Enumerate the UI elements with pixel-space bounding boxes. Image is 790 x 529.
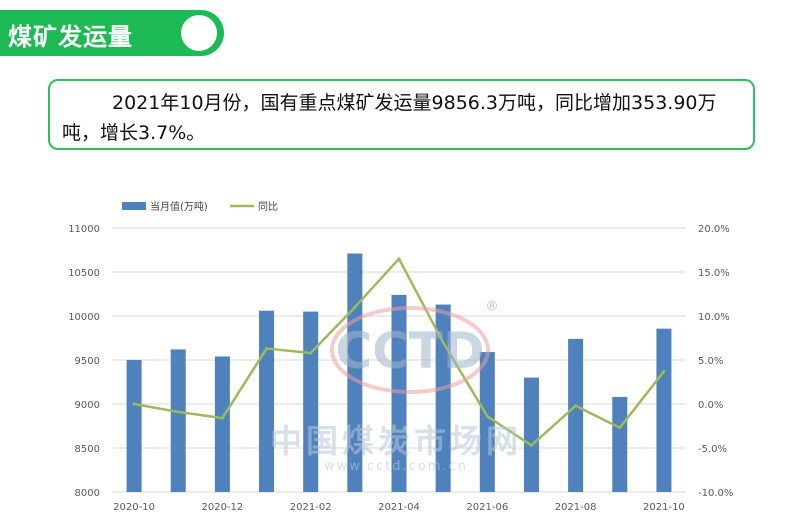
yoy-point [618, 426, 622, 430]
y-left-tick-label: 10000 [68, 312, 100, 323]
y-left-tick-label: 8000 [75, 488, 100, 499]
yoy-point [353, 305, 357, 309]
y-right-tick-label: 10.0% [698, 312, 730, 323]
y-left-tick-label: 10500 [68, 268, 100, 279]
summary-box: 2021年10月份，国有重点煤矿发运量9856.3万吨，同比增加353.90万吨… [48, 79, 755, 150]
y-left-tick-label: 8500 [75, 444, 100, 455]
legend-bar-label: 当月值(万吨) [150, 200, 208, 213]
bar [523, 377, 539, 492]
bar [214, 356, 230, 492]
yoy-point [529, 443, 533, 447]
page-title: 煤矿发运量 [8, 23, 133, 51]
yoy-point [485, 414, 489, 418]
y-right-tick-label: -10.0% [698, 488, 733, 499]
x-tick-label: 2021-08 [555, 502, 597, 513]
bar [656, 328, 672, 492]
title-circle-decoration [181, 15, 217, 51]
x-tick-label: 2020-10 [113, 502, 155, 513]
x-tick-label: 2021-10 [643, 502, 685, 513]
yoy-point [574, 404, 578, 408]
x-tick-label: 2021-04 [378, 502, 420, 513]
coal-shipment-chart: 8000 8500 9000 9500 10000 10500 11000 -10.0% -5.… [68, 200, 733, 513]
x-tick-label: 2020-12 [201, 502, 243, 513]
yoy-point [265, 347, 269, 351]
watermark-registered: ® [486, 299, 499, 314]
y-right-tick-label: 20.0% [698, 224, 730, 235]
yoy-point [397, 257, 401, 261]
summary-text: 2021年10月份，国有重点煤矿发运量9856.3万吨，同比增加353.90万吨… [62, 92, 717, 144]
y-left-tick-label: 11000 [68, 224, 100, 235]
bar [303, 311, 319, 492]
yoy-point [309, 351, 313, 355]
y-right-tick-label: 15.0% [698, 268, 730, 279]
x-tick-label: 2021-02 [290, 502, 332, 513]
bar [612, 396, 628, 492]
yoy-point [132, 402, 136, 406]
watermark-url: www.cctd.com.cn [324, 459, 468, 474]
bar [170, 349, 186, 492]
yoy-point [220, 416, 224, 420]
y-right-tick-label: 0.0% [698, 400, 723, 411]
bar [126, 360, 142, 492]
yoy-point [176, 410, 180, 414]
watermark-logo: CCTD [336, 322, 485, 380]
bar [259, 310, 275, 492]
y-left-tick-label: 9000 [75, 400, 100, 411]
watermark-cn-text: 中国煤炭市场网 [270, 422, 522, 460]
legend-line-label: 同比 [258, 201, 278, 213]
y-right-tick-label: -5.0% [698, 444, 727, 455]
x-tick-label: 2021-06 [466, 502, 508, 513]
y-right-tick-label: 5.0% [698, 356, 723, 367]
legend-bar-swatch [122, 202, 146, 210]
title-banner: 煤矿发运量 [0, 10, 224, 56]
bar [568, 338, 584, 492]
yoy-point [662, 369, 666, 373]
y-left-tick-label: 9500 [75, 356, 100, 367]
